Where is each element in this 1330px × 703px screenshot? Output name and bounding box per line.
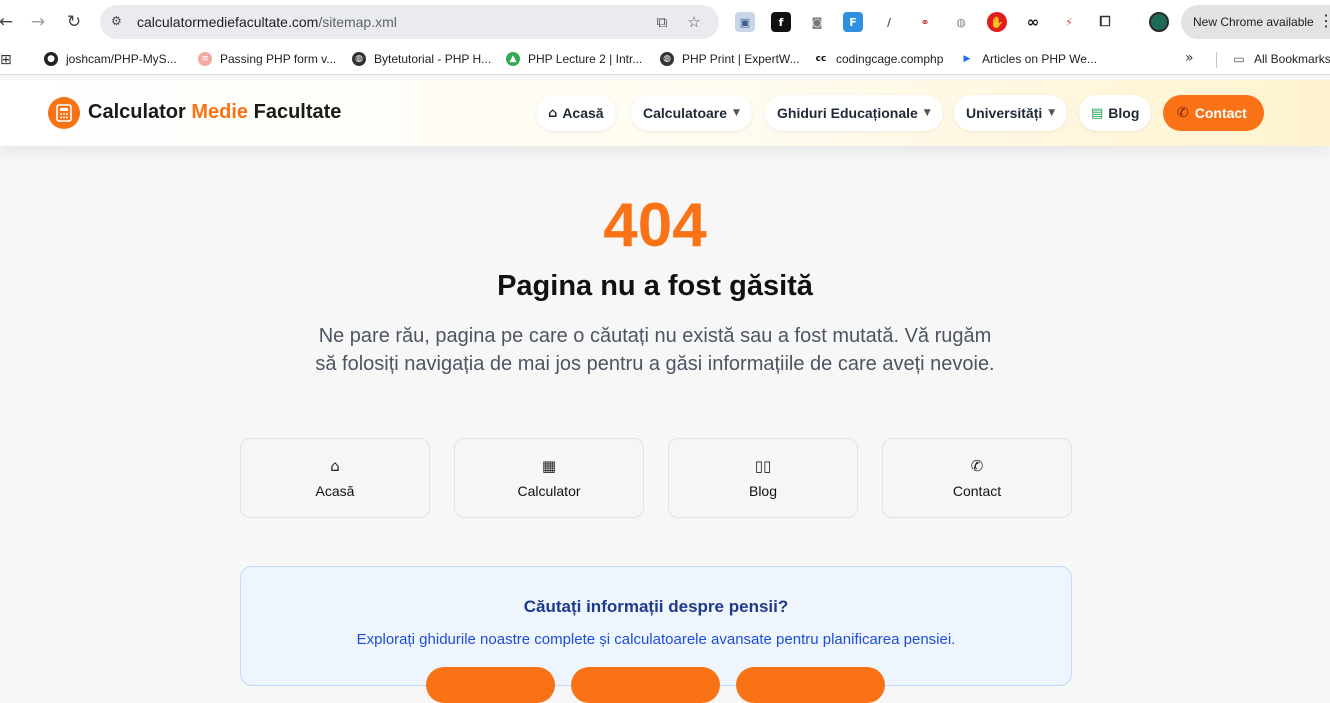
quick-link-calculator[interactable]: ▦ Calculator <box>454 438 644 518</box>
pdf-icon[interactable]: ⚡ <box>1059 12 1079 32</box>
phone-icon: ✆ <box>970 457 984 475</box>
info-text: Explorați ghidurile noastre complete și … <box>356 631 956 648</box>
globe-icon: ◍ <box>352 52 366 66</box>
adblock-icon[interactable]: ✋ <box>987 12 1007 32</box>
info-title: Căutați informații despre pensii? <box>523 597 789 616</box>
page-title: Pagina nu a fost găsită <box>497 270 813 302</box>
calculator-logo-icon[interactable] <box>48 97 80 129</box>
globe-icon: ◍ <box>660 52 674 66</box>
home-icon: ⌂ <box>548 105 558 121</box>
extension-f-icon[interactable]: F <box>843 12 863 32</box>
pension-info-box: Căutați informații despre pensii? Explor… <box>240 566 1072 703</box>
translate-icon[interactable]: ⧉ <box>653 13 671 31</box>
infinity-icon[interactable]: ∞ <box>1023 12 1043 32</box>
site-logo[interactable]: Calculator Medie Facultate <box>88 101 341 124</box>
nav-home[interactable]: ⌂ Acasă <box>536 95 616 131</box>
all-bookmarks[interactable]: ▭ All Bookmarks <box>1232 52 1330 66</box>
site-header: Calculator Medie Facultate ⌂ Acasă Calcul… <box>0 80 1330 146</box>
quick-link-label: Contact <box>952 483 1002 499</box>
bookmark-item[interactable]: ≡ Passing PHP form v... <box>198 52 336 66</box>
puzzle-icon[interactable]: ⧠ <box>1095 12 1115 32</box>
folder-icon: ▭ <box>1232 52 1246 66</box>
feather-icon[interactable]: ∕ <box>879 12 899 32</box>
site-settings-icon[interactable]: ⚙ <box>111 14 127 30</box>
globe-ext-icon[interactable]: ◍ <box>951 12 971 32</box>
info-button[interactable] <box>736 667 885 703</box>
bookmark-item[interactable]: ◍ Bytetutorial - PHP H... <box>352 52 491 66</box>
apps-icon[interactable]: ⊞ <box>0 52 12 68</box>
bookmark-item[interactable]: ● joshcam/PHP-MyS... <box>44 52 177 66</box>
arrow-icon: ▶ <box>960 52 974 66</box>
github-icon: ● <box>44 52 58 66</box>
bookmarks-bar: ● joshcam/PHP-MyS... ≡ Passing PHP form v.… <box>0 44 1330 75</box>
quick-link-label: Blog <box>748 483 778 499</box>
chevron-down-icon: ▼ <box>923 108 931 118</box>
blog-icon: ▤ <box>1091 105 1104 121</box>
camera-icon[interactable]: ◙ <box>807 12 827 32</box>
info-button[interactable] <box>571 667 720 703</box>
url-text[interactable]: calculatormediefacultate.com/sitemap.xml <box>137 14 397 30</box>
chevron-down-icon: ▼ <box>733 108 740 118</box>
bookmark-item[interactable]: ▶ Articles on PHP We... <box>960 52 1097 66</box>
phone-icon: ✆ <box>1177 105 1189 121</box>
calculator-icon: ▦ <box>541 457 557 475</box>
home-icon: ⌂ <box>330 457 340 475</box>
quick-link-contact[interactable]: ✆ Contact <box>882 438 1072 518</box>
nav-calculators[interactable]: Calculatoare ▼ <box>631 95 752 131</box>
book-icon: ▯▯ <box>754 457 772 475</box>
contact-button[interactable]: ✆ Contact <box>1163 95 1264 131</box>
browser-toolbar: ← → ↻ ⚙ calculatormediefacultate.com/sit… <box>0 0 1330 44</box>
quick-link-blog[interactable]: ▯▯ Blog <box>668 438 858 518</box>
cc-icon: cc <box>814 52 828 66</box>
avatar[interactable] <box>1149 12 1169 32</box>
star-icon[interactable]: ☆ <box>685 13 703 31</box>
error-code: 404 <box>603 191 707 260</box>
nav-universities[interactable]: Universități ▼ <box>954 95 1068 131</box>
bookmark-item[interactable]: ◍ PHP Print | ExpertW... <box>660 52 800 66</box>
back-icon[interactable]: ← <box>0 10 18 34</box>
quick-link-label: Acasă <box>315 483 355 499</box>
nav-guides[interactable]: Ghiduri Educaționale ▼ <box>765 95 943 131</box>
site-icon: ≡ <box>198 52 212 66</box>
menu-icon[interactable]: ⋮ <box>1318 11 1330 31</box>
chevron-right-icon[interactable]: » <box>1185 50 1194 66</box>
chevron-down-icon: ▼ <box>1048 108 1056 118</box>
bookmark-item[interactable]: cc codingcage.comphp <box>814 52 943 66</box>
info-button[interactable] <box>426 667 555 703</box>
quick-link-label: Calculator <box>517 483 581 499</box>
forward-icon[interactable]: → <box>26 10 50 34</box>
nav-blog[interactable]: ▤ Blog <box>1079 95 1152 131</box>
drive-icon: ▲ <box>506 52 520 66</box>
bookmark-item[interactable]: ▲ PHP Lecture 2 | Intr... <box>506 52 642 66</box>
update-button[interactable]: New Chrome available <box>1181 5 1330 39</box>
error-description: Ne pare rău, pagina pe care o căutați nu… <box>315 325 995 375</box>
link-icon[interactable]: ⚭ <box>915 12 935 32</box>
extension-fx-icon[interactable]: f <box>771 12 791 32</box>
reload-icon[interactable]: ↻ <box>62 10 86 34</box>
address-bar[interactable]: ⚙ calculatormediefacultate.com/sitemap.x… <box>100 5 719 39</box>
quick-link-home[interactable]: ⌂ Acasă <box>240 438 430 518</box>
extension-icon[interactable]: ▣ <box>735 12 755 32</box>
divider <box>1216 52 1217 68</box>
